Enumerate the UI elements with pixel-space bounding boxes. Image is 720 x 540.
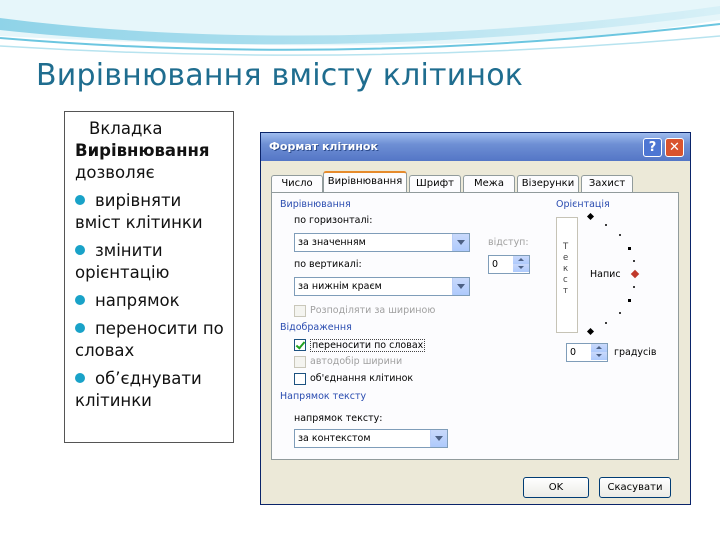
slide-title: Вирівнювання вмісту клітинок	[36, 58, 524, 93]
format-cells-dialog: Формат клітинок ? ✕ Число Вирівнювання Ш…	[260, 132, 691, 505]
vertical-text-label: Текст	[563, 242, 569, 296]
tab-alignment[interactable]: Вирівнювання	[323, 171, 407, 193]
dial-dot	[605, 322, 607, 324]
ok-button[interactable]: OK	[523, 477, 589, 498]
direction-label: напрямок тексту:	[294, 413, 383, 424]
dial-center-marker	[630, 269, 640, 279]
orientation-box: Текст Напис	[556, 213, 672, 337]
intro-bold: Вирівнювання	[75, 141, 210, 160]
wrap-text-checkbox[interactable]	[294, 339, 306, 351]
dial-dot	[619, 234, 621, 236]
degrees-spinner[interactable]: 0	[566, 343, 608, 362]
display-group-label: Відображення	[280, 322, 352, 333]
indent-label: відступ:	[488, 237, 529, 248]
horizontal-select-value: за значенням	[298, 237, 366, 248]
indent-value: 0	[492, 259, 499, 270]
dial-tick-minus60	[628, 299, 631, 302]
tab-border[interactable]: Межа	[463, 175, 515, 192]
bullet-dot-icon	[75, 295, 85, 305]
direction-select-value: за контекстом	[298, 433, 371, 444]
distribute-label: Розподіляти за шириною	[310, 305, 436, 316]
shrink-to-fit-label: автодобір ширини	[310, 356, 403, 367]
alignment-panel: Вирівнювання по горизонталі: за значення…	[271, 192, 679, 460]
dial-dot	[633, 260, 635, 262]
dial-dot	[633, 286, 635, 288]
help-button[interactable]: ?	[643, 138, 662, 157]
chevron-down-icon[interactable]	[430, 430, 447, 447]
direction-select[interactable]: за контекстом	[294, 429, 448, 448]
cancel-button[interactable]: Скасувати	[599, 477, 671, 498]
vertical-label: по вертикалі:	[294, 259, 362, 270]
dial-top-marker	[586, 213, 595, 221]
orientation-group-label: Орієнтація	[556, 199, 610, 210]
bullet-text: об’єднувати клітинки	[75, 369, 202, 410]
bullet-dot-icon	[75, 373, 85, 383]
dial-tick-60	[628, 247, 631, 250]
dial-bottom-marker	[586, 327, 595, 336]
spin-down-icon[interactable]	[591, 352, 607, 360]
close-button[interactable]: ✕	[665, 138, 684, 157]
vertical-select-value: за нижнім краєм	[298, 281, 382, 292]
horizontal-label: по горизонталі:	[294, 215, 373, 226]
dial-dot	[605, 224, 607, 226]
dialog-title: Формат клітинок	[269, 140, 378, 153]
intro-rest: дозволяє	[75, 163, 155, 182]
bullet-dot-icon	[75, 245, 85, 255]
tab-font[interactable]: Шрифт	[409, 175, 461, 192]
bullet-text: переносити по словах	[75, 319, 224, 360]
vertical-text-option[interactable]: Текст	[556, 217, 578, 333]
bullet-text: вирівняти вміст клітинки	[75, 191, 203, 232]
wrap-text-label: переносити по словах	[310, 339, 426, 352]
dialog-titlebar[interactable]: Формат клітинок ? ✕	[261, 133, 690, 161]
bullet-text: напрямок	[95, 291, 180, 310]
dial-dot	[619, 312, 621, 314]
direction-group-label: Напрямок тексту	[280, 391, 367, 402]
bullet-text: змінити орієнтацію	[75, 241, 170, 282]
bullet-dot-icon	[75, 195, 85, 205]
tab-number[interactable]: Число	[271, 175, 323, 192]
bullet-item: переносити по словах	[75, 318, 225, 362]
bullet-dot-icon	[75, 323, 85, 333]
intro-plain: Вкладка	[89, 119, 163, 138]
spin-up-icon[interactable]	[591, 344, 607, 352]
degrees-value: 0	[570, 347, 577, 358]
shrink-to-fit-checkbox[interactable]	[294, 356, 306, 368]
intro-text: Вкладка Вирівнювання дозволяє	[75, 118, 225, 184]
merge-cells-checkbox[interactable]	[294, 373, 306, 385]
degrees-label: градусів	[614, 347, 657, 358]
bullet-item: вирівняти вміст клітинки	[75, 190, 225, 234]
spin-up-icon[interactable]	[513, 256, 529, 264]
chevron-down-icon[interactable]	[452, 234, 469, 251]
orientation-sample-text: Напис	[590, 269, 621, 280]
bullet-item: змінити орієнтацію	[75, 240, 225, 284]
indent-spinner[interactable]: 0	[488, 255, 530, 274]
tab-protection[interactable]: Захист	[581, 175, 633, 192]
vertical-select[interactable]: за нижнім краєм	[294, 277, 470, 296]
bullet-item: напрямок	[75, 290, 225, 312]
tab-patterns[interactable]: Візерунки	[517, 175, 579, 192]
alignment-group-label: Вирівнювання	[280, 199, 351, 210]
merge-cells-label: об'єднання клітинок	[310, 373, 414, 384]
chevron-down-icon[interactable]	[452, 278, 469, 295]
bullet-item: об’єднувати клітинки	[75, 368, 225, 412]
horizontal-select[interactable]: за значенням	[294, 233, 470, 252]
distribute-checkbox[interactable]	[294, 305, 306, 317]
description-textbox: Вкладка Вирівнювання дозволяє вирівняти …	[64, 111, 234, 443]
spin-down-icon[interactable]	[513, 264, 529, 272]
